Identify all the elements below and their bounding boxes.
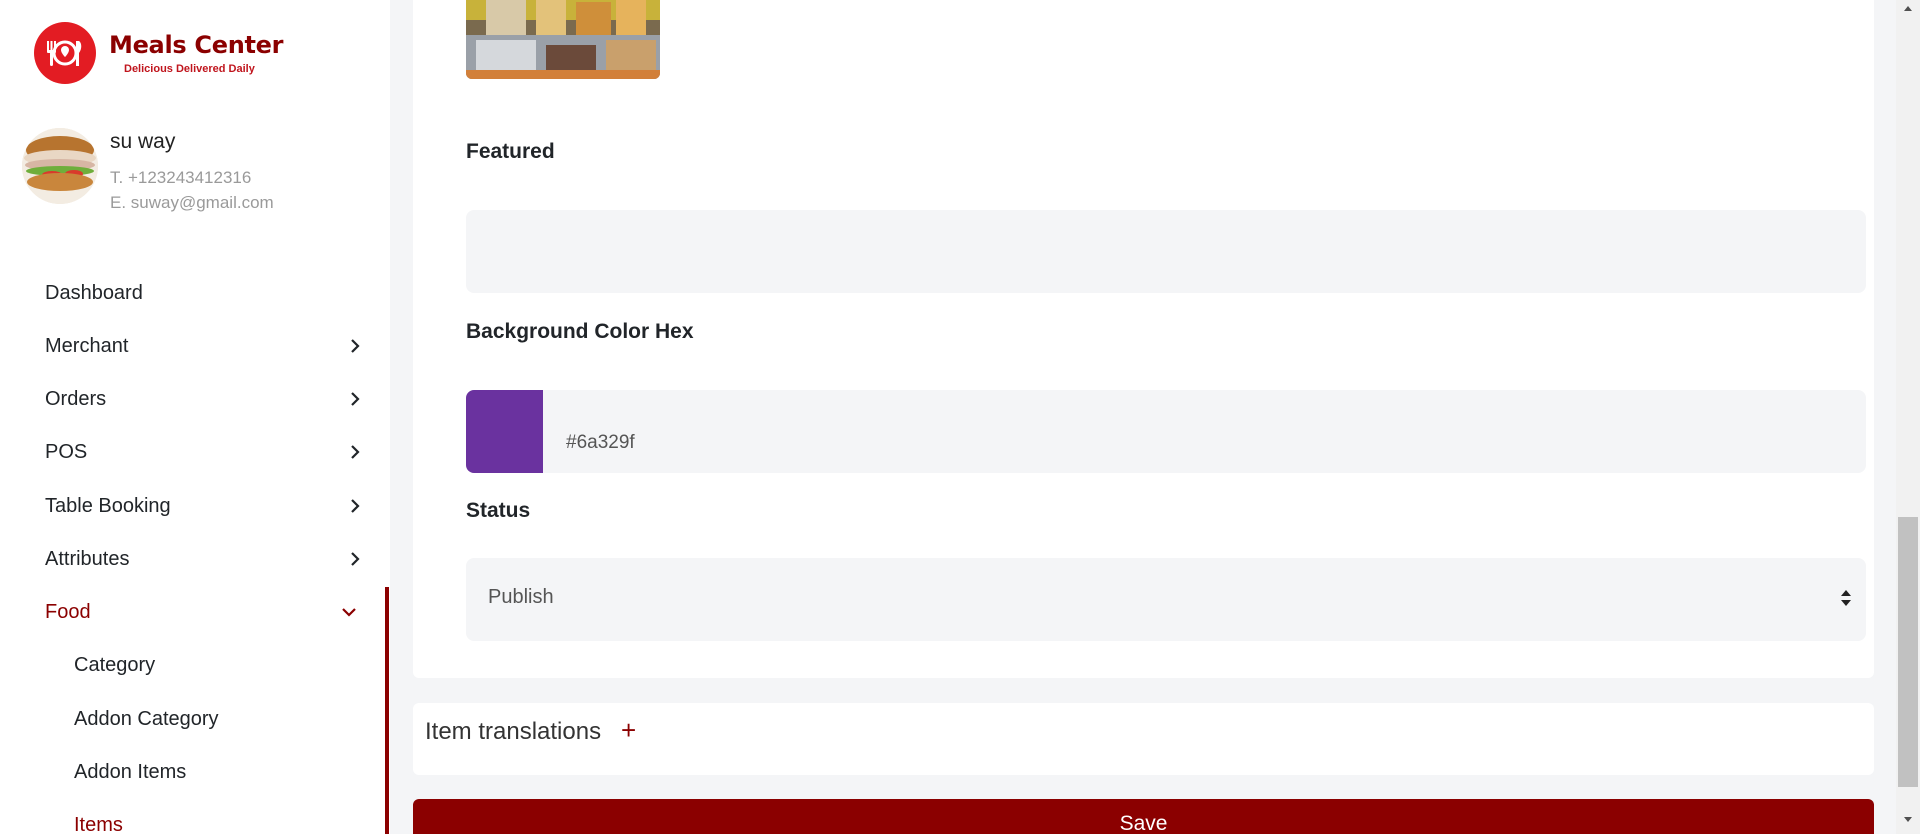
- bg-color-field[interactable]: #6a329f: [466, 390, 1866, 473]
- restaurant-logo-icon: [34, 22, 96, 84]
- chevron-right-icon: [351, 339, 360, 353]
- color-picker-swatch[interactable]: [466, 390, 543, 473]
- sidebar-item-label: Merchant: [45, 335, 129, 357]
- brand-name: Meals Center: [109, 31, 284, 59]
- profile-name: su way: [110, 130, 176, 153]
- sidebar-item-label: POS: [45, 441, 88, 463]
- chevron-right-icon: [351, 499, 360, 513]
- featured-input[interactable]: [466, 210, 1866, 293]
- sidebar-item-label: Orders: [45, 388, 107, 410]
- chevron-right-icon: [351, 445, 360, 459]
- add-translation-icon[interactable]: +: [621, 715, 636, 745]
- scrollbar-thumb[interactable]: [1898, 517, 1918, 787]
- sidebar-item-label: Attributes: [45, 548, 130, 570]
- chevron-right-icon: [351, 552, 360, 566]
- scroll-down-arrow-icon[interactable]: [1896, 808, 1920, 832]
- sidebar-subitem-addon-category[interactable]: Addon Category: [74, 704, 219, 734]
- sidebar-item-dashboard[interactable]: Dashboard: [45, 278, 365, 308]
- item-translations-section[interactable]: Item translations +: [413, 703, 1874, 775]
- profile-phone: T. +123243412316: [110, 168, 252, 187]
- sidebar-item-label: Table Booking: [45, 495, 171, 517]
- item-form-card: Featured Background Color Hex #6a329f St…: [413, 0, 1874, 678]
- brand-tagline: Delicious Delivered Daily: [124, 63, 255, 75]
- status-label: Status: [466, 499, 531, 522]
- active-section-indicator: [385, 587, 389, 834]
- main-content: Featured Background Color Hex #6a329f St…: [390, 0, 1896, 834]
- profile-email: E. suway@gmail.com: [110, 193, 274, 212]
- sidebar-item-label: Food: [45, 601, 91, 623]
- sidebar-subitem-addon-items[interactable]: Addon Items: [74, 757, 186, 787]
- save-button[interactable]: Save: [413, 799, 1874, 834]
- item-translations-label: Item translations: [425, 718, 602, 745]
- sidebar-item-merchant[interactable]: Merchant: [45, 331, 365, 361]
- status-selected-value: Publish: [488, 586, 554, 608]
- user-profile: su way T. +123243412316 E. suway@gmail.c…: [22, 128, 274, 213]
- sidebar-subitem-category[interactable]: Category: [74, 650, 155, 680]
- bg-color-hex-input[interactable]: #6a329f: [566, 432, 635, 454]
- select-arrows-icon: [1841, 590, 1851, 606]
- sidebar-item-pos[interactable]: POS: [45, 437, 365, 467]
- scroll-up-arrow-icon[interactable]: [1896, 0, 1920, 18]
- chevron-down-icon: [342, 608, 356, 617]
- sidebar-item-table-booking[interactable]: Table Booking: [45, 491, 365, 521]
- item-image-thumbnail[interactable]: [466, 0, 660, 79]
- chevron-right-icon: [351, 392, 360, 406]
- featured-label: Featured: [466, 140, 555, 163]
- sidebar-item-attributes[interactable]: Attributes: [45, 544, 365, 574]
- brand-logo[interactable]: Meals Center Delicious Delivered Daily: [34, 22, 283, 84]
- sidebar-item-orders[interactable]: Orders: [45, 384, 365, 414]
- sidebar-subitem-items[interactable]: Items: [74, 810, 123, 834]
- page-scrollbar[interactable]: [1896, 0, 1920, 834]
- sidebar-item-food[interactable]: Food: [45, 597, 365, 627]
- bg-color-label: Background Color Hex: [466, 320, 694, 343]
- status-select[interactable]: Publish: [466, 558, 1866, 641]
- sidebar: Meals Center Delicious Delivered Daily s…: [0, 0, 390, 834]
- sidebar-item-label: Dashboard: [45, 282, 143, 304]
- avatar[interactable]: [22, 128, 98, 204]
